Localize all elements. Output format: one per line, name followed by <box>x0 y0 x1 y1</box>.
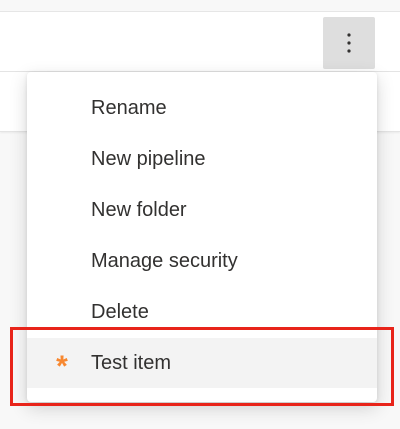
menu-item-test-item[interactable]: * Test item <box>27 338 377 388</box>
menu-item-label: Manage security <box>91 250 238 272</box>
more-actions-button[interactable] <box>323 17 375 69</box>
menu-item-new-pipeline[interactable]: New pipeline <box>27 134 377 184</box>
menu-item-manage-security[interactable]: Manage security <box>27 236 377 286</box>
more-vertical-icon <box>347 33 351 53</box>
menu-item-delete[interactable]: Delete <box>27 287 377 337</box>
asterisk-icon: * <box>56 350 68 383</box>
menu-item-label: Delete <box>91 301 149 323</box>
menu-item-new-folder[interactable]: New folder <box>27 185 377 235</box>
top-strip <box>0 0 400 12</box>
menu-item-rename[interactable]: Rename <box>27 83 377 133</box>
menu-item-label: Rename <box>91 97 167 119</box>
menu-item-label: New folder <box>91 199 187 221</box>
menu-item-label: Test item <box>91 352 172 374</box>
menu-item-label: New pipeline <box>91 148 206 170</box>
context-menu: Rename New pipeline New folder Manage se… <box>27 72 377 402</box>
